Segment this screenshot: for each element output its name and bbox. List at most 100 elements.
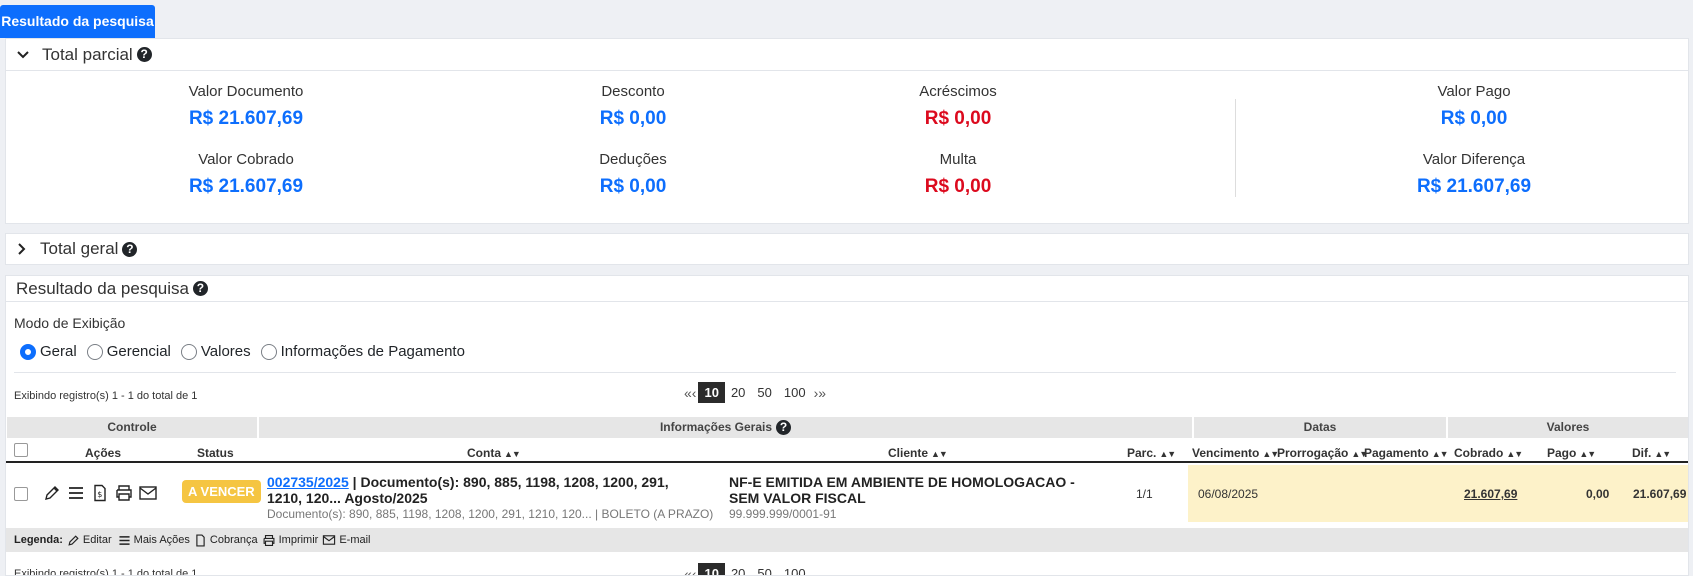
prev-page-icon[interactable]: ‹ bbox=[692, 566, 697, 576]
table-row[interactable]: $ A VENCER 002735/2025 | Documento(s): 8… bbox=[6, 465, 1688, 522]
first-page-icon[interactable]: « bbox=[684, 385, 692, 401]
sort-icon[interactable]: ▲▼ bbox=[1432, 449, 1449, 459]
help-icon[interactable]: ? bbox=[136, 47, 152, 62]
radio-circle[interactable] bbox=[86, 343, 103, 360]
total-geral-title: Total geral bbox=[40, 239, 119, 258]
col-conta[interactable]: Conta ▲▼ bbox=[467, 446, 521, 460]
metric-multa: Multa R$ 0,00 bbox=[828, 151, 1088, 198]
page-size-100[interactable]: 100 bbox=[778, 563, 812, 575]
printer-icon bbox=[263, 534, 275, 546]
metric-deducoes: Deduções R$ 0,00 bbox=[503, 151, 763, 198]
col-label: Conta bbox=[467, 446, 501, 460]
total-parcial-title: Total parcial bbox=[42, 44, 133, 64]
metric-label: Acréscimos bbox=[919, 83, 997, 100]
col-cobrado[interactable]: Cobrado ▲▼ bbox=[1454, 446, 1523, 460]
total-geral-panel[interactable]: Total geral ? bbox=[5, 233, 1689, 265]
metric-label: Valor Documento bbox=[188, 83, 304, 100]
sort-icon[interactable]: ▲▼ bbox=[1262, 449, 1279, 459]
sort-icon[interactable]: ▲▼ bbox=[1506, 449, 1523, 459]
pago-cell: 0,00 bbox=[1586, 487, 1610, 501]
resultado-panel: Resultado da pesquisa ? Modo de Exibição… bbox=[5, 275, 1689, 576]
pencil-icon[interactable] bbox=[40, 481, 64, 505]
metrics-divider bbox=[1235, 99, 1236, 197]
prev-page-icon[interactable]: ‹ bbox=[692, 385, 697, 401]
col-pagamento[interactable]: Pagamento ▲▼ bbox=[1364, 446, 1449, 460]
total-parcial-header[interactable]: Total parcial ? bbox=[6, 39, 1688, 71]
help-icon[interactable]: ? bbox=[122, 241, 138, 257]
modo-exibicao-label: Modo de Exibição bbox=[14, 315, 126, 331]
row-actions: $ bbox=[40, 481, 160, 505]
radio-geral[interactable]: Geral bbox=[20, 343, 77, 360]
datas-highlight bbox=[1188, 465, 1688, 522]
invoice-icon[interactable]: $ bbox=[88, 481, 112, 505]
col-status: Status bbox=[197, 446, 234, 460]
chevron-right-icon bbox=[18, 243, 26, 255]
page-size-50[interactable]: 50 bbox=[751, 563, 777, 575]
metric-label: Desconto bbox=[601, 83, 665, 100]
legend-imprimir: Imprimir bbox=[278, 534, 319, 546]
metric-label: Valor Cobrado bbox=[198, 151, 294, 168]
help-icon[interactable]: ? bbox=[192, 281, 208, 296]
page-size-100[interactable]: 100 bbox=[778, 382, 812, 403]
resultado-header: Resultado da pesquisa ? bbox=[6, 276, 1688, 302]
metric-value: R$ 21.607,69 bbox=[188, 108, 304, 129]
radio-circle[interactable] bbox=[260, 343, 277, 360]
col-cliente[interactable]: Cliente ▲▼ bbox=[888, 446, 948, 460]
radio-label: Geral bbox=[40, 343, 77, 360]
row-checkbox[interactable] bbox=[14, 487, 28, 501]
sort-icon[interactable]: ▲▼ bbox=[1579, 449, 1596, 459]
col-dif[interactable]: Dif. ▲▼ bbox=[1632, 446, 1671, 460]
vencimento-cell: 06/08/2025 bbox=[1198, 487, 1259, 501]
divider bbox=[14, 372, 1676, 373]
sort-icon[interactable]: ▲▼ bbox=[1654, 449, 1671, 459]
metric-value: R$ 0,00 bbox=[924, 176, 992, 197]
cobrado-cell[interactable]: 21.607,69 bbox=[1464, 487, 1517, 501]
last-page-icon[interactable]: » bbox=[818, 385, 826, 401]
select-all-checkbox[interactable] bbox=[14, 443, 28, 457]
page-size-20[interactable]: 20 bbox=[725, 382, 751, 403]
invoice-icon bbox=[196, 534, 205, 546]
printer-icon[interactable] bbox=[112, 481, 136, 505]
conta-link[interactable]: 002735/2025 bbox=[267, 474, 349, 490]
radio-gerencial[interactable]: Gerencial bbox=[86, 343, 171, 360]
radio-circle[interactable] bbox=[20, 343, 36, 360]
help-icon[interactable]: ? bbox=[776, 420, 792, 436]
menu-icon[interactable] bbox=[64, 481, 88, 505]
sort-icon[interactable]: ▲▼ bbox=[931, 449, 948, 459]
col-pago[interactable]: Pago ▲▼ bbox=[1547, 446, 1596, 460]
sort-icon[interactable]: ▲▼ bbox=[504, 449, 521, 459]
radio-informacoes-pagamento[interactable]: Informações de Pagamento bbox=[260, 343, 465, 360]
pagination-bottom: « ‹ 10 20 50 100 bbox=[684, 563, 812, 576]
metric-label: Valor Diferença bbox=[1422, 151, 1526, 168]
first-page-icon[interactable]: « bbox=[684, 566, 692, 576]
radio-label: Gerencial bbox=[106, 343, 171, 360]
total-parcial-panel: Total parcial ? Valor Documento R$ 21.60… bbox=[5, 38, 1689, 224]
metric-value: R$ 21.607,69 bbox=[188, 176, 304, 197]
col-prorrogacao[interactable]: Prorrogação ▲▼ bbox=[1277, 446, 1368, 460]
metric-valor-documento: Valor Documento R$ 21.607,69 bbox=[116, 83, 376, 130]
envelope-icon[interactable] bbox=[136, 481, 160, 505]
tab-resultado-pesquisa[interactable]: Resultado da pesquisa bbox=[0, 5, 155, 38]
page-size-10[interactable]: 10 bbox=[698, 382, 725, 403]
legend-mais-acoes: Mais Ações bbox=[133, 534, 190, 546]
metric-acrescimos: Acréscimos R$ 0,00 bbox=[828, 83, 1088, 130]
sort-icon[interactable]: ▲▼ bbox=[1159, 449, 1176, 459]
radio-label: Valores bbox=[200, 343, 251, 360]
page-size-20[interactable]: 20 bbox=[725, 563, 751, 575]
page-size-10[interactable]: 10 bbox=[698, 563, 725, 575]
radio-circle[interactable] bbox=[180, 343, 197, 360]
envelope-icon bbox=[323, 535, 336, 545]
radio-valores[interactable]: Valores bbox=[180, 343, 251, 360]
legend-cobranca: Cobrança bbox=[209, 534, 258, 546]
metric-value: R$ 0,00 bbox=[924, 108, 992, 129]
pagination: « ‹ 10 20 50 100 › » bbox=[684, 382, 826, 403]
page-size-50[interactable]: 50 bbox=[751, 382, 777, 403]
cliente-name: NF-E EMITIDA EM AMBIENTE DE HOMOLOGACAO … bbox=[729, 474, 1075, 506]
cliente-sub: 99.999.999/0001-91 bbox=[729, 507, 837, 521]
metric-value: R$ 0,00 bbox=[1440, 108, 1508, 129]
metric-label: Deduções bbox=[599, 151, 667, 168]
col-vencimento[interactable]: Vencimento ▲▼ bbox=[1192, 446, 1279, 460]
col-parc[interactable]: Parc. ▲▼ bbox=[1127, 446, 1176, 460]
col-label: Dif. bbox=[1632, 446, 1652, 460]
records-text-bottom: Exibindo registro(s) 1 - 1 do total de 1 bbox=[14, 568, 198, 576]
